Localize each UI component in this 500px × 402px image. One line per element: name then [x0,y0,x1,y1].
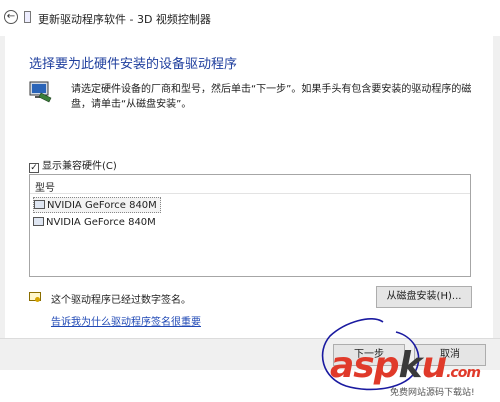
model-row[interactable]: NVIDIA GeForce 840M [33,197,161,213]
back-arrow-icon[interactable]: ← [4,10,18,24]
model-row-label: NVIDIA GeForce 840M [47,200,157,211]
window-title: 更新驱动程序软件 - 3D 视频控制器 [38,13,211,26]
title-bar: ← 更新驱动程序软件 - 3D 视频控制器 [0,0,500,36]
show-compatible-label: 显示兼容硬件(C) [42,161,117,172]
have-disk-button[interactable]: 从磁盘安装(H)... [376,286,472,308]
model-list[interactable]: 型号 NVIDIA GeForce 840M NVIDIA GeForce 84… [29,174,471,277]
watermark-subtitle: 免费网站源码下载站! [390,388,475,398]
model-column-header[interactable]: 型号 [35,179,55,194]
why-signing-matters-link[interactable]: 告诉我为什么驱动程序签名很重要 [51,313,201,328]
list-header-divider [30,193,470,194]
device-manager-icon [24,11,31,23]
page-heading: 选择要为此硬件安装的设备驱动程序 [29,57,238,72]
instruction-text: 请选定硬件设备的厂商和型号，然后单击“下一步”。如果手头有包含要安装的驱动程序的… [71,84,472,110]
hardware-device-icon [29,81,52,103]
show-compatible-hardware-option[interactable]: ✓ 显示兼容硬件(C) [29,157,117,173]
signed-driver-text: 这个驱动程序已经过数字签名。 [51,295,191,306]
display-adapter-icon [34,200,45,209]
signed-driver-icon [29,292,41,302]
model-row-label: NVIDIA GeForce 840M [46,217,156,228]
display-adapter-icon [33,217,44,226]
driver-update-window: ← 更新驱动程序软件 - 3D 视频控制器 选择要为此硬件安装的设备驱动程序 请… [0,0,500,402]
model-row[interactable]: NVIDIA GeForce 840M [33,215,161,231]
window-left-edge [0,36,5,370]
show-compatible-checkbox[interactable]: ✓ [29,163,39,173]
window-right-edge [493,36,500,370]
